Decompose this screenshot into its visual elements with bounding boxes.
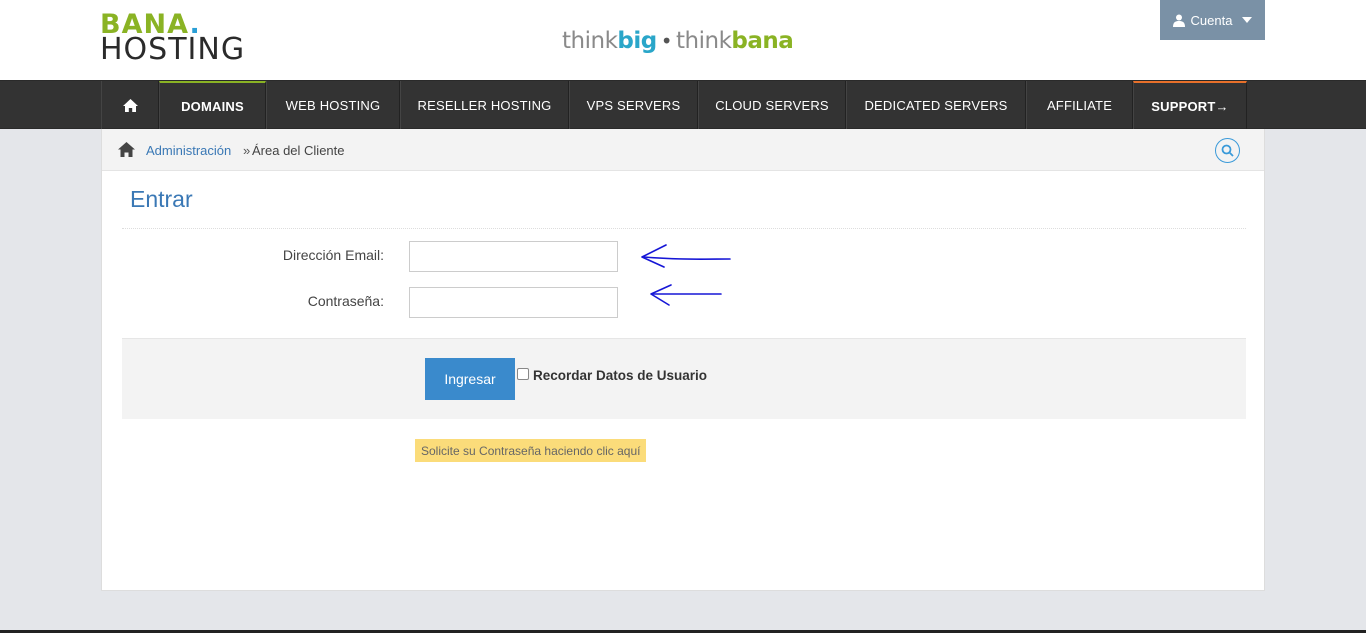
nav-item-domains[interactable]: DOMAINS: [159, 81, 266, 129]
caret-down-icon: [1242, 17, 1253, 23]
site-header: BANA. HOSTING thinkbig • thinkbana Cuenta: [0, 0, 1366, 80]
password-label: Contraseña:: [307, 293, 384, 309]
bana-hosting-logo[interactable]: BANA. HOSTING: [100, 11, 300, 67]
user-icon: [1172, 14, 1185, 27]
arrow-annotation-password: [650, 284, 722, 306]
arrow-annotation-email: [641, 244, 731, 268]
logo-line2: HOSTING: [100, 32, 246, 67]
home-icon[interactable]: [118, 142, 135, 157]
search-button[interactable]: [1215, 138, 1240, 163]
tagline-separator: •: [660, 29, 673, 53]
login-actions: Ingresar Recordar Datos de Usuario: [122, 338, 1246, 419]
remember-checkbox[interactable]: [517, 367, 529, 380]
account-menu-button[interactable]: Cuenta: [1160, 0, 1265, 40]
nav-item-support[interactable]: SUPPORT→: [1133, 81, 1247, 129]
nav-item-reseller-hosting[interactable]: RESELLER HOSTING: [400, 81, 569, 129]
account-label: Cuenta: [1190, 12, 1233, 28]
breadcrumb-separator: »: [243, 143, 251, 158]
login-card: Administración » Área del Cliente Entrar…: [101, 129, 1265, 591]
page-title: Entrar: [130, 186, 193, 212]
main-nav: DOMAINS WEB HOSTING RESELLER HOSTING VPS…: [0, 80, 1366, 129]
tagline-think1: think: [562, 28, 618, 54]
remember-me[interactable]: Recordar Datos de Usuario: [517, 367, 707, 383]
nav-item-affiliate[interactable]: AFFILIATE: [1026, 81, 1133, 129]
email-field[interactable]: [409, 241, 618, 272]
tagline-big: big: [617, 28, 657, 54]
nav-item-web-hosting[interactable]: WEB HOSTING: [266, 81, 400, 129]
breadcrumb-current: Área del Cliente: [252, 143, 345, 158]
home-icon: [122, 98, 138, 112]
breadcrumb-link-administracion[interactable]: Administración: [146, 143, 231, 158]
divider: [122, 228, 1246, 229]
search-icon: [1221, 144, 1234, 157]
tagline-bana: bana: [731, 28, 794, 54]
password-reset-link[interactable]: Solicite su Contraseña haciendo clic aqu…: [415, 439, 647, 462]
tagline-think2: think: [676, 28, 732, 54]
nav-item-cloud-servers[interactable]: CLOUD SERVERS: [698, 81, 846, 129]
password-field[interactable]: [409, 287, 618, 318]
email-label: Dirección Email:: [282, 247, 384, 263]
tagline: thinkbig • thinkbana: [562, 26, 794, 56]
breadcrumb: Administración » Área del Cliente: [102, 129, 1264, 171]
nav-home[interactable]: [101, 81, 159, 129]
remember-label[interactable]: Recordar Datos de Usuario: [533, 368, 707, 383]
nav-item-dedicated-servers[interactable]: DEDICATED SERVERS: [846, 81, 1026, 129]
login-button[interactable]: Ingresar: [425, 358, 515, 400]
nav-item-vps-servers[interactable]: VPS SERVERS: [569, 81, 698, 129]
